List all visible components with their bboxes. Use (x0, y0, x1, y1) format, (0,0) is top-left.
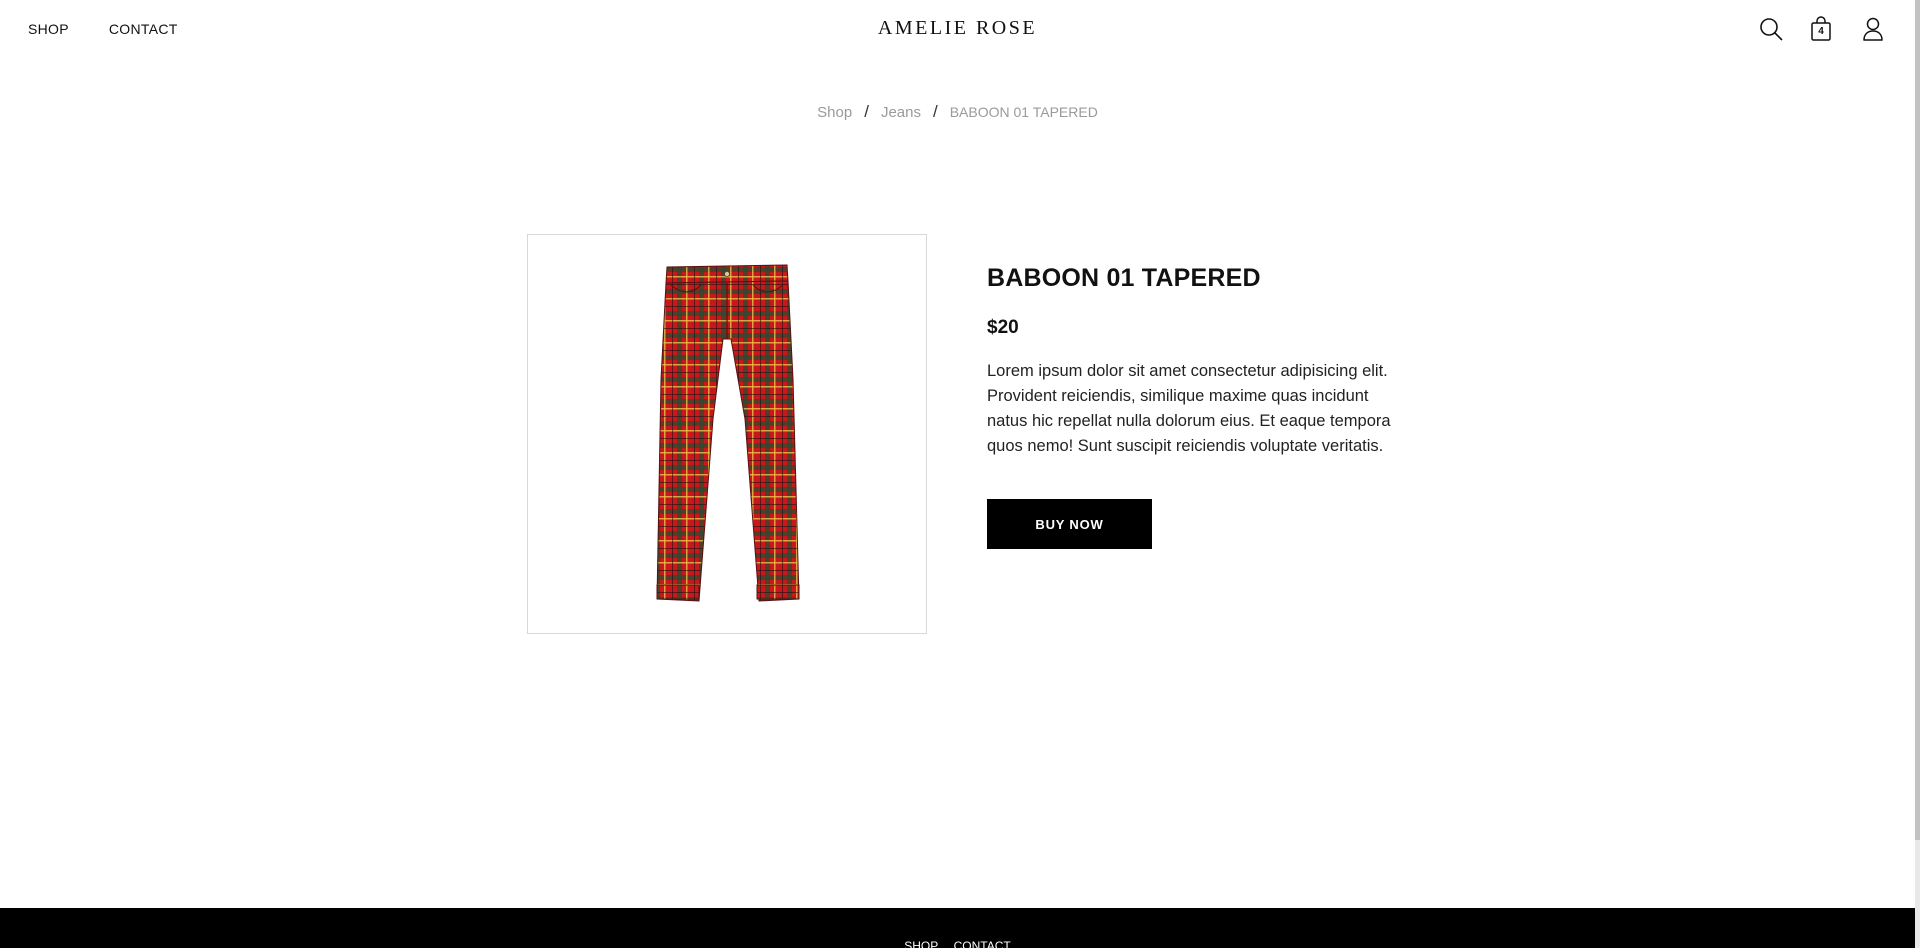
product-description: Lorem ipsum dolor sit amet consectetur a… (987, 362, 1391, 455)
breadcrumb-shop-link[interactable]: Shop (817, 104, 852, 121)
site-header: SHOP CONTACT AMELIE ROSE 4 (0, 0, 1915, 58)
product-info: BABOON 01 TAPERED $20 Lorem ipsum dolor … (987, 264, 1397, 549)
header-icons: 4 (1758, 16, 1886, 42)
buy-now-button[interactable]: BUY NOW (987, 499, 1152, 549)
product-page: SHOP CONTACT AMELIE ROSE 4 Shop / Jeans … (0, 0, 1920, 948)
search-button[interactable] (1758, 16, 1784, 42)
page-scrollbar[interactable] (1915, 0, 1920, 948)
footer-shop-link[interactable]: SHOP (904, 939, 938, 948)
cart-button[interactable]: 4 (1808, 16, 1834, 42)
brand-logo[interactable]: AMELIE ROSE (0, 17, 1915, 40)
trousers-image (656, 264, 800, 602)
search-icon (1760, 18, 1783, 41)
scrollbar-thumb[interactable] (1915, 0, 1920, 840)
breadcrumb-jeans-link[interactable]: Jeans (881, 104, 921, 121)
product-title: BABOON 01 TAPERED (987, 264, 1261, 292)
product-image (527, 234, 927, 634)
footer-nav: SHOP CONTACT (0, 939, 1915, 948)
breadcrumb-separator: / (932, 102, 938, 121)
cart-count-badge: 4 (1818, 26, 1824, 37)
product-price: $20 (987, 317, 1019, 338)
site-footer: SHOP CONTACT (0, 908, 1915, 948)
breadcrumb: Shop / Jeans / BABOON 01 TAPERED (0, 102, 1915, 122)
breadcrumb-current: BABOON 01 TAPERED (949, 104, 1098, 120)
footer-contact-link[interactable]: CONTACT (954, 939, 1011, 948)
breadcrumb-separator: / (864, 102, 869, 121)
user-icon (1863, 17, 1883, 41)
account-button[interactable] (1860, 16, 1886, 42)
